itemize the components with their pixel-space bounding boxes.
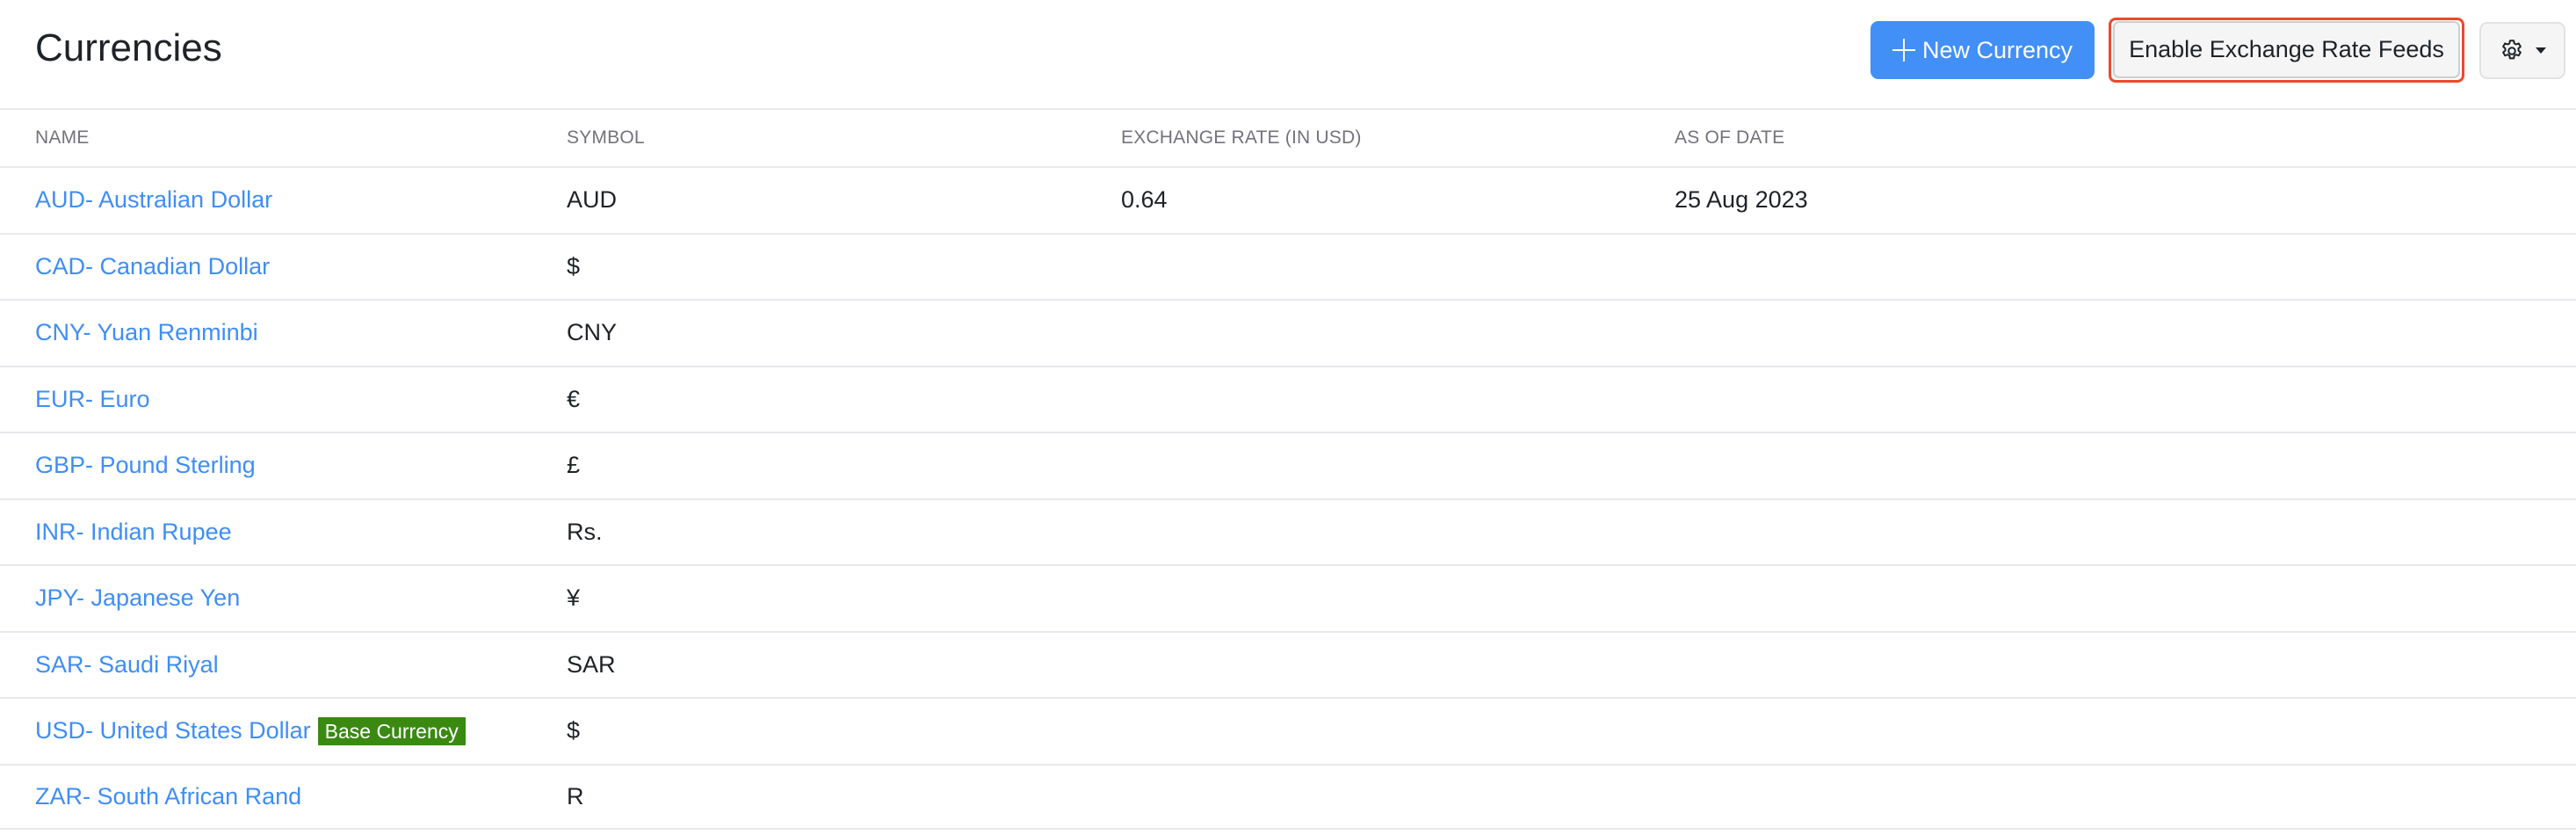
table-row[interactable]: ZAR- South African Rand R [0,763,2576,830]
table-row[interactable]: CNY- Yuan Renminbi CNY [0,299,2576,366]
currency-symbol: € [567,385,581,412]
table-row[interactable]: EUR- Euro € [0,365,2576,432]
currency-name-link[interactable]: EUR- Euro [35,386,150,413]
base-currency-badge: Base Currency [317,716,466,745]
settings-dropdown-button[interactable] [2479,22,2565,79]
currency-symbol: CNY [567,319,618,346]
currency-name-link[interactable]: USD- United States Dollar [35,717,311,744]
table-row[interactable]: SAR- Saudi Riyal SAR [0,630,2576,698]
table-row[interactable]: AUD- Australian Dollar AUD 0.64 25 Aug 2… [0,166,2576,233]
as-of-date: 25 Aug 2023 [1675,186,1808,214]
column-header-exchange-rate[interactable]: EXCHANGE RATE (IN USD) [1121,110,1362,166]
currencies-table: NAME SYMBOL EXCHANGE RATE (IN USD) AS OF… [0,108,2576,830]
currency-name-link[interactable]: ZAR- South African Rand [35,783,301,810]
page-title: Currencies [35,26,222,69]
currency-symbol: £ [567,452,581,479]
table-row[interactable]: JPY- Japanese Yen ¥ [0,564,2576,631]
currency-name-link[interactable]: AUD- Australian Dollar [35,186,272,214]
page-header: Currencies New Currency Enable Exchange … [0,0,2576,109]
new-currency-label: New Currency [1921,36,2073,63]
gear-icon [2499,38,2525,64]
currency-symbol: Rs. [567,518,603,545]
enable-exchange-rate-feeds-button[interactable]: Enable Exchange Rate Feeds [2113,21,2460,78]
currency-name-link[interactable]: JPY- Japanese Yen [35,584,240,612]
caret-down-icon [2536,47,2546,54]
table-row[interactable]: INR- Indian Rupee Rs. [0,497,2576,565]
new-currency-button[interactable]: New Currency [1870,21,2095,79]
currency-symbol: AUD [567,186,618,214]
table-row[interactable]: CAD- Canadian Dollar $ [0,232,2576,300]
plus-icon [1892,39,1915,62]
currency-symbol: $ [567,252,581,280]
column-header-as-of-date[interactable]: AS OF DATE [1675,110,1784,166]
column-header-name[interactable]: NAME [35,110,89,166]
currency-symbol: R [567,782,584,810]
table-row[interactable]: GBP- Pound Sterling £ [0,432,2576,498]
exchange-rate: 0.64 [1121,186,1168,214]
currency-name-link[interactable]: CNY- Yuan Renminbi [35,319,258,346]
currency-name-link[interactable]: CAD- Canadian Dollar [35,253,270,280]
currency-symbol: SAR [567,650,616,678]
table-header-row: NAME SYMBOL EXCHANGE RATE (IN USD) AS OF… [0,108,2576,166]
currency-symbol: ¥ [567,584,581,612]
currency-name-link[interactable]: SAR- Saudi Riyal [35,651,219,679]
currency-symbol: $ [567,717,581,744]
currency-name-link[interactable]: INR- Indian Rupee [35,519,232,546]
column-header-symbol[interactable]: SYMBOL [567,110,645,166]
currency-name-link[interactable]: GBP- Pound Sterling [35,452,256,479]
table-row[interactable]: USD- United States Dollar Base Currency … [0,697,2576,764]
